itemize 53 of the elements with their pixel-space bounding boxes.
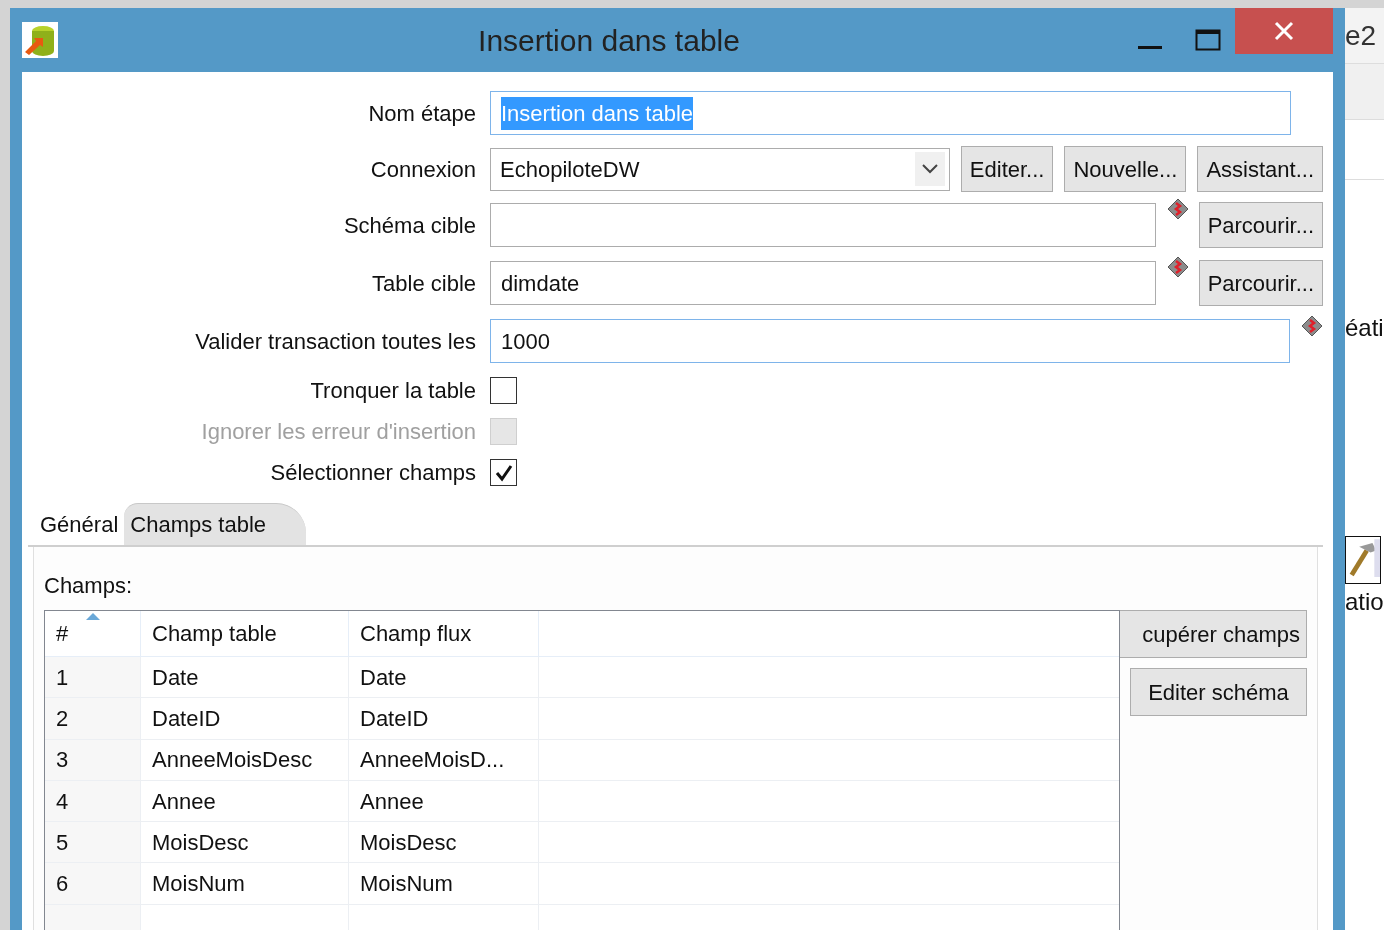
field-label: Schéma cible [342,211,476,240]
row-number-cell: 5 [45,822,141,863]
minimize-icon [1138,45,1162,49]
table-cell: AnneeMoisDesc [141,739,349,780]
table-cell: Annee [141,780,349,822]
close-icon [1274,21,1294,41]
connection-button[interactable]: Nouvelle... [1064,146,1187,192]
field-label: Valider transaction toutes les [194,327,476,356]
connection-button[interactable]: Editer... [960,146,1054,192]
table-action-button[interactable]: cupérer champs [1120,610,1307,658]
text-field[interactable]: 1000 [490,319,1290,363]
table-action-button[interactable]: Editer schéma [1130,668,1307,716]
hammer-icon [1345,536,1381,584]
table-cell: MoisNum [349,863,539,904]
connection-dropdown[interactable]: EchopiloteDW [490,147,950,191]
row-number-cell: 6 [45,863,141,904]
table-cell: Date [141,657,349,698]
row-number-cell: 2 [45,698,141,739]
text-field[interactable] [490,203,1156,247]
tab[interactable]: Champs table [124,503,307,545]
row-number-cell: 4 [45,780,141,822]
table-cell: MoisDesc [141,822,349,863]
maximize-icon [1194,29,1221,51]
window-title: Insertion dans table [477,22,741,59]
checkbox[interactable] [490,459,517,486]
table-cell: Annee [349,780,539,822]
browse-button[interactable]: Parcourir... [1198,260,1323,306]
text-field[interactable]: dimdate [490,261,1156,305]
table-cell: AnneeMoisD... [349,739,539,780]
field-label: Sélectionner champs [269,459,476,487]
table-cell: MoisDesc [349,822,539,863]
column-header[interactable]: # [45,611,141,656]
row-number-cell: 3 [45,739,141,780]
browse-button[interactable]: Parcourir... [1198,202,1323,248]
row-number-cell: 1 [45,657,141,698]
table-cell: Date [349,657,539,698]
table-cell: MoisNum [141,863,349,904]
column-header[interactable]: Champ flux [349,611,539,656]
table-cell: DateID [141,698,349,739]
column-header[interactable]: Champ table [141,611,349,656]
field-label: Tronquer la table [309,377,476,405]
tab-label: e2 [1345,18,1377,53]
field-label: Ignorer les erreur d'insertion [200,418,476,446]
step-label: éati [1345,313,1384,343]
checkbox[interactable] [490,377,517,404]
field-label: Nom étape [367,99,476,128]
fields-label: Champs: [44,572,133,600]
table-cell: DateID [349,698,539,739]
connection-button[interactable]: Assistant... [1197,146,1323,192]
chevron-down-icon [914,152,945,186]
field-label: Table cible [371,269,476,298]
field-label: Connexion [369,155,476,184]
step-label: atio [1345,587,1384,617]
